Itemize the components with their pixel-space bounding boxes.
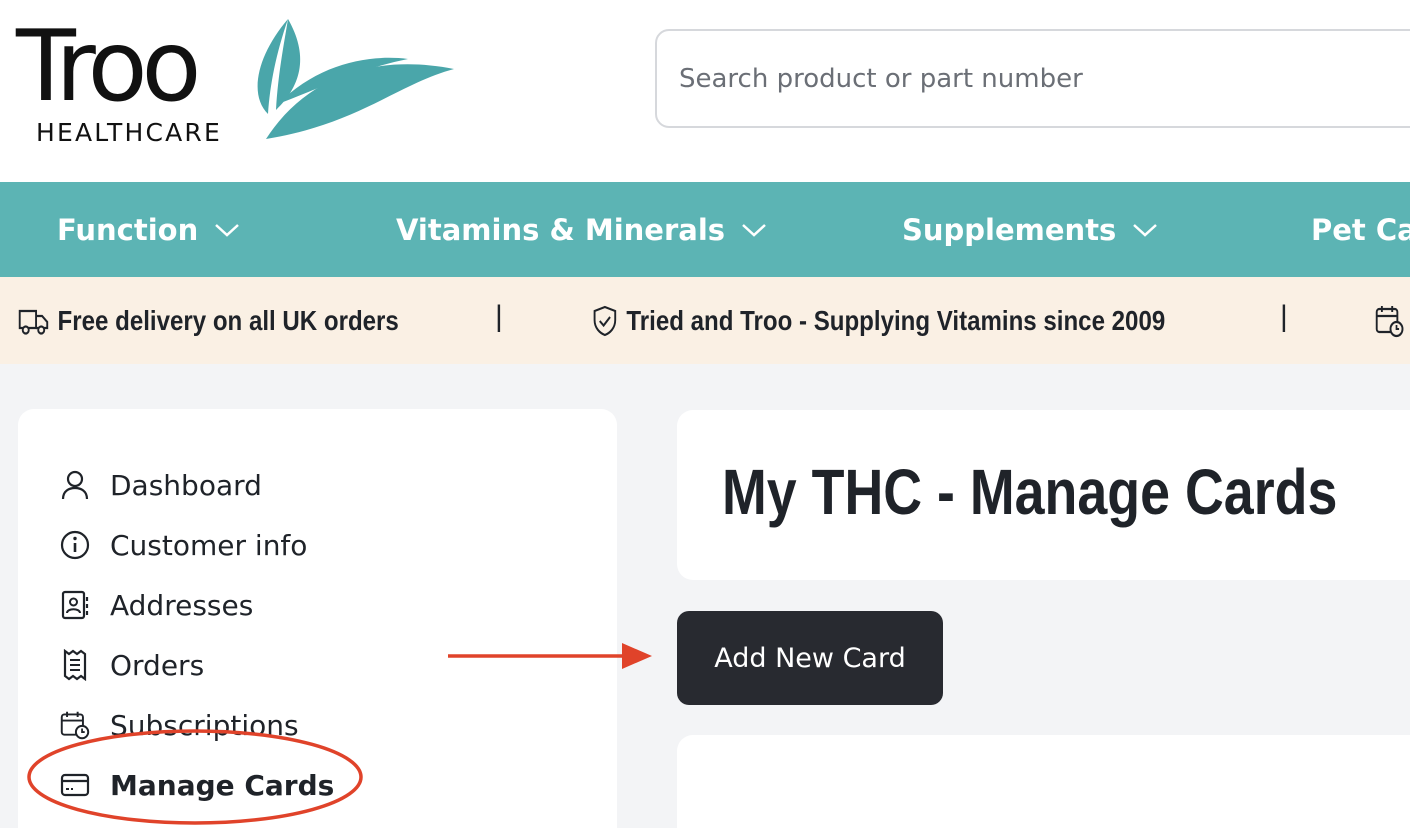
sidebar-item-customer-info[interactable]: Customer info [60,523,307,567]
user-icon [61,470,89,500]
nav-item-vitamins-minerals[interactable]: Vitamins & Minerals [396,182,767,277]
sidebar-item-subscriptions[interactable]: Subscriptions [60,703,299,747]
info-bar: Free delivery on all UK orders Tried and… [0,277,1410,364]
sidebar-item-orders[interactable]: Orders [60,643,204,687]
sidebar-item-label: Dashboard [110,468,262,502]
nav-item-label: Vitamins & Minerals [396,212,726,247]
address-book-icon [61,590,89,620]
info-item-delivery: Free delivery on all UK orders [18,277,399,364]
account-sidebar: Dashboard Customer info Addresses Orders [18,409,617,828]
nav-item-label: Function [57,212,199,247]
chevron-down-icon [742,223,766,237]
calendar-clock-icon [1375,305,1404,337]
sidebar-item-addresses[interactable]: Addresses [60,583,253,627]
chevron-down-icon [1133,223,1158,237]
sidebar-item-label: Customer info [110,528,308,562]
delivery-truck-icon [18,309,49,335]
brand-logo[interactable]: Troo HEALTHCARE [16,14,456,149]
nav-item-label: Pet Ca [1311,212,1410,247]
sidebar-item-manage-cards[interactable]: Manage Cards [60,763,334,807]
sidebar-item-label: Orders [110,648,205,682]
brand-name: Troo [16,10,201,124]
add-new-card-button[interactable]: Add New Card [677,611,943,705]
sidebar-item-label: Manage Cards [110,768,335,802]
nav-item-label: Supplements [902,212,1117,247]
nav-item-function[interactable]: Function [57,182,240,277]
brand-tagline: HEALTHCARE [36,118,222,147]
info-item-tried-troo: Tried and Troo - Supplying Vitamins sinc… [592,277,1165,364]
credit-card-icon [60,773,90,797]
info-text: Free delivery on all UK orders [57,304,399,336]
sidebar-item-label: Subscriptions [110,708,299,742]
receipt-icon [63,649,87,681]
sidebar-item-label: Addresses [110,588,254,622]
shield-check-icon [593,305,617,336]
info-text: Tried and Troo - Supplying Vitamins sinc… [626,304,1166,336]
calendar-clock-icon [60,711,90,740]
info-icon [60,530,90,560]
chevron-down-icon [215,223,240,237]
cards-content-panel [677,735,1410,828]
info-item-subscription [1375,277,1410,364]
info-separator: | [495,300,503,333]
search-input[interactable] [657,31,1410,126]
info-separator: | [1280,300,1288,333]
search-box[interactable] [655,29,1410,128]
sidebar-item-dashboard[interactable]: Dashboard [60,463,262,507]
page-title: My THC - Manage Cards [722,456,1338,528]
site-header: Troo HEALTHCARE [0,0,1410,182]
leaf-logo-icon [257,19,454,139]
nav-item-pet-care[interactable]: Pet Ca [1311,182,1410,277]
main-nav: Function Vitamins & Minerals Supplements… [0,182,1410,277]
annotation-arrow-head [622,643,652,669]
nav-item-supplements[interactable]: Supplements [902,182,1158,277]
